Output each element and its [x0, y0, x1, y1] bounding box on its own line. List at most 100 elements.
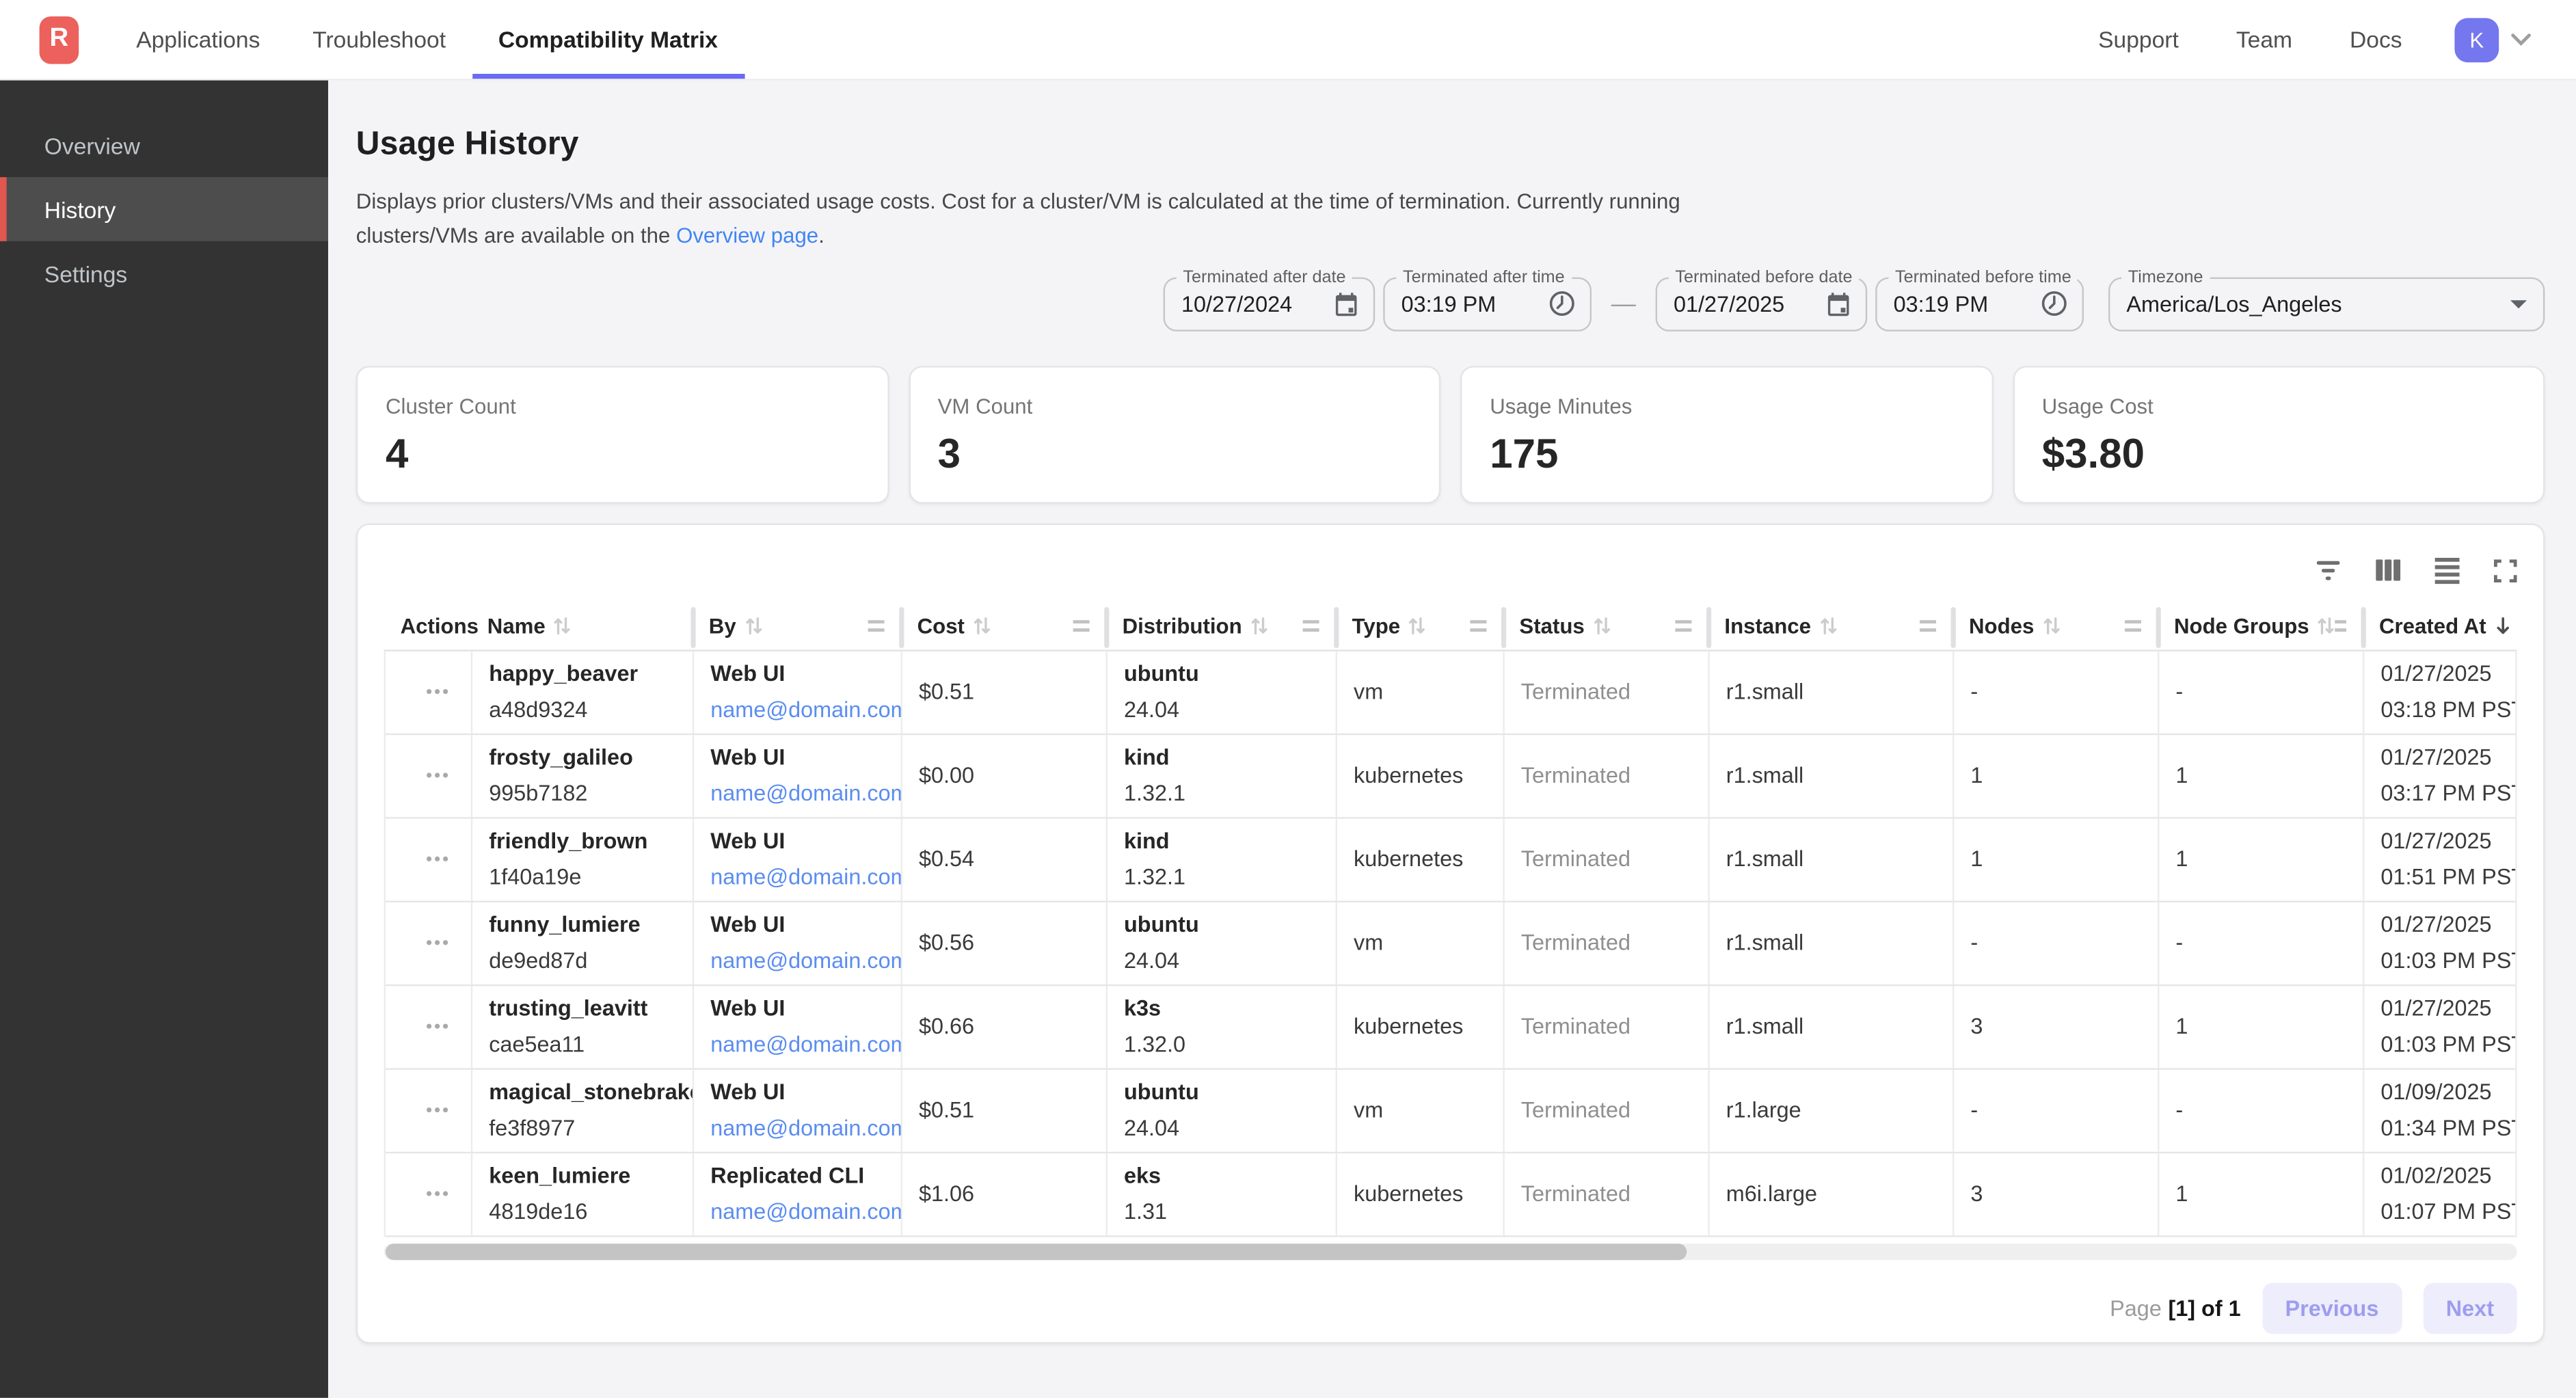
tab-compatibility-matrix[interactable]: Compatibility Matrix [472, 0, 744, 79]
cluster-name: friendly_brown [489, 829, 693, 853]
column-resize-handle[interactable] [868, 620, 885, 632]
terminated-before-date-label: Terminated before date [1669, 267, 1859, 286]
density-icon[interactable] [2435, 557, 2460, 583]
created-by-email-link[interactable]: name@domain.com [710, 1032, 900, 1057]
column-header-distribution[interactable]: Distribution [1106, 603, 1336, 649]
column-header-cost[interactable]: Cost [901, 603, 1106, 649]
distribution-version: 1.31 [1124, 1200, 1336, 1224]
clock-icon[interactable] [2039, 289, 2069, 319]
type-cell: vm [1337, 902, 1505, 984]
distribution-cell: kind1.32.1 [1108, 818, 1337, 900]
row-actions-menu-button[interactable] [419, 1017, 453, 1035]
created-time: 01:03 PM PST [2380, 1032, 2515, 1057]
date-range-dash: — [1611, 290, 1636, 318]
sort-icon[interactable] [973, 615, 991, 636]
column-header-nodes[interactable]: Nodes [1953, 603, 2158, 649]
column-header-name[interactable]: Name [471, 603, 693, 649]
previous-page-button[interactable]: Previous [2262, 1283, 2402, 1334]
distribution-name: ubuntu [1124, 1079, 1336, 1104]
column-header-status[interactable]: Status [1503, 603, 1708, 649]
node-groups-cell: 1 [2159, 985, 2364, 1067]
sidebar-item-settings[interactable]: Settings [0, 241, 328, 306]
created-by-email-link[interactable]: name@domain.com [710, 781, 900, 806]
sort-icon[interactable] [1819, 615, 1837, 636]
horizontal-scrollbar-thumb[interactable] [386, 1243, 1687, 1259]
tab-troubleshoot[interactable]: Troubleshoot [286, 0, 472, 79]
name-cell: trusting_leavittcae5ea11 [472, 985, 694, 1067]
row-actions-menu-button[interactable] [419, 683, 453, 701]
terminated-after-date-value[interactable]: 10/27/2024 [1181, 291, 1322, 316]
sidebar-item-history[interactable]: History [0, 177, 328, 241]
column-resize-handle[interactable] [1470, 620, 1486, 632]
sort-icon[interactable] [2318, 615, 2335, 636]
row-actions-menu-button[interactable] [419, 934, 453, 952]
terminated-before-date-field[interactable]: Terminated before date 01/27/2025 [1656, 277, 1868, 331]
fullscreen-icon[interactable] [2494, 559, 2517, 582]
sort-icon[interactable] [554, 615, 572, 636]
dropdown-arrow-icon[interactable] [2510, 299, 2530, 308]
row-actions-menu-button[interactable] [419, 850, 453, 868]
row-actions-menu-button[interactable] [419, 1185, 453, 1202]
sort-icon[interactable] [744, 615, 762, 636]
terminated-after-time-field[interactable]: Terminated after time 03:19 PM [1383, 277, 1592, 331]
column-header-node-groups[interactable]: Node Groups [2158, 603, 2363, 649]
tab-applications[interactable]: Applications [110, 0, 286, 79]
overview-page-link[interactable]: Overview page [676, 223, 818, 247]
filter-icon[interactable] [2315, 559, 2341, 582]
timezone-value[interactable]: America/Los_Angeles [2126, 291, 2500, 316]
instance-cell: r1.small [1710, 734, 1955, 816]
terminated-after-date-field[interactable]: Terminated after date 10/27/2024 [1164, 277, 1376, 331]
created-by-email-link[interactable]: name@domain.com [710, 1116, 900, 1140]
column-header-by[interactable]: By [693, 603, 901, 649]
cluster-name: trusting_leavitt [489, 996, 693, 1021]
chevron-down-icon[interactable] [2510, 32, 2532, 47]
by-cell: Web UIname@domain.com [694, 734, 902, 816]
column-resize-handle[interactable] [1920, 620, 1936, 632]
created-time: 01:34 PM PST [2380, 1116, 2515, 1140]
terminated-before-date-value[interactable]: 01/27/2025 [1674, 291, 1814, 316]
clock-icon[interactable] [1547, 289, 1577, 319]
created-by-email-link[interactable]: name@domain.com [710, 697, 900, 722]
cluster-id: 1f40a19e [489, 865, 693, 889]
dot [442, 1024, 447, 1029]
column-resize-handle[interactable] [1303, 620, 1319, 632]
column-resize-handle[interactable] [1073, 620, 1090, 632]
calendar-icon[interactable] [1332, 290, 1360, 318]
terminated-after-time-value[interactable]: 03:19 PM [1401, 291, 1538, 316]
nav-link-support[interactable]: Support [2098, 26, 2179, 52]
user-avatar[interactable]: K [2454, 17, 2499, 62]
column-resize-handle[interactable] [2125, 620, 2141, 632]
replicated-logo[interactable]: R [40, 16, 79, 64]
terminated-after-time-label: Terminated after time [1396, 267, 1571, 286]
sort-icon[interactable] [2042, 615, 2060, 636]
terminated-before-time-value[interactable]: 03:19 PM [1894, 291, 2030, 316]
created-by-email-link[interactable]: name@domain.com [710, 1200, 900, 1224]
row-actions-menu-button[interactable] [419, 766, 453, 784]
next-page-button[interactable]: Next [2423, 1283, 2517, 1334]
sort-icon[interactable] [1408, 615, 1426, 636]
calendar-icon[interactable] [1825, 290, 1853, 318]
name-cell: funny_lumierede9ed87d [472, 902, 694, 984]
name-cell: keen_lumiere4819de16 [472, 1153, 694, 1235]
terminated-before-time-field[interactable]: Terminated before time 03:19 PM [1875, 277, 2084, 331]
timezone-select[interactable]: Timezone America/Los_Angeles [2108, 277, 2545, 331]
nav-link-team[interactable]: Team [2236, 26, 2292, 52]
nav-link-docs[interactable]: Docs [2350, 26, 2402, 52]
column-header-type[interactable]: Type [1336, 603, 1503, 649]
sort-icon[interactable] [1250, 615, 1268, 636]
status-cell: Terminated [1505, 734, 1710, 816]
row-actions-menu-button[interactable] [419, 1101, 453, 1119]
sort-desc-icon[interactable] [2495, 615, 2512, 636]
node-groups-cell: 1 [2159, 1153, 2364, 1235]
sidebar-item-overview[interactable]: Overview [0, 113, 328, 178]
column-header-created-at[interactable]: Created At [2363, 603, 2517, 649]
column-resize-handle[interactable] [1675, 620, 1691, 632]
created-by-email-link[interactable]: name@domain.com [710, 865, 900, 889]
sort-icon[interactable] [1593, 615, 1611, 636]
actions-cell [386, 818, 472, 900]
columns-icon[interactable] [2376, 560, 2400, 581]
created-by-email-link[interactable]: name@domain.com [710, 948, 900, 973]
column-resize-handle[interactable] [2335, 620, 2346, 632]
horizontal-scrollbar-track[interactable] [384, 1243, 2517, 1259]
column-header-instance[interactable]: Instance [1708, 603, 1953, 649]
